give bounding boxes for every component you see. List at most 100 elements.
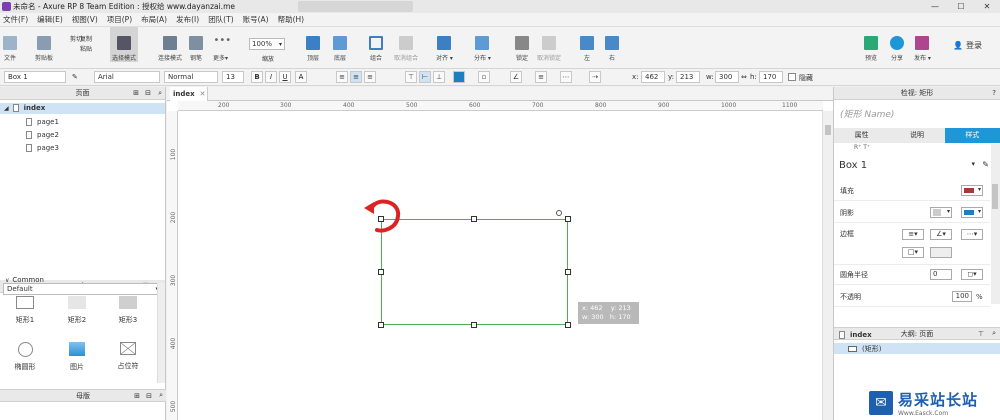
- add-page-icon[interactable]: ⊞: [133, 89, 139, 97]
- border-color-select[interactable]: ∠▾: [930, 229, 952, 240]
- align-left-button[interactable]: ≡: [336, 71, 348, 83]
- tab-properties[interactable]: 属性: [834, 128, 889, 143]
- bring-to-front-button[interactable]: 顶层: [306, 27, 320, 62]
- shadow-button[interactable]: ▫: [478, 71, 490, 83]
- page-item-page3[interactable]: page3: [26, 144, 59, 152]
- border-width-select[interactable]: ≡▾: [902, 229, 924, 240]
- line-color-button[interactable]: ∠: [510, 71, 522, 83]
- right-button[interactable]: 右: [605, 27, 619, 62]
- y-input[interactable]: 213: [676, 71, 700, 83]
- corner-select[interactable]: ◻▾: [961, 269, 983, 280]
- font-family-select[interactable]: Arial: [94, 71, 160, 83]
- copy-button[interactable]: 复制: [80, 34, 92, 43]
- library-select[interactable]: Default▾: [3, 283, 163, 295]
- help-icon[interactable]: ?: [992, 89, 996, 97]
- w-input[interactable]: 300: [715, 71, 739, 83]
- opacity-input[interactable]: 100: [952, 291, 972, 302]
- line-width-button[interactable]: ≡: [535, 71, 547, 83]
- paste-small-button[interactable]: 粘贴: [80, 44, 92, 53]
- unlock-button[interactable]: 取消锁定: [537, 27, 561, 62]
- x-input[interactable]: 462: [641, 71, 665, 83]
- library-group-common[interactable]: ∨ Common: [5, 276, 44, 284]
- scroll-thumb[interactable]: [825, 125, 831, 135]
- hidden-checkbox[interactable]: [788, 73, 796, 81]
- search-masters-icon[interactable]: ⌕: [159, 391, 163, 400]
- filter-icon[interactable]: ⊤: [978, 330, 984, 338]
- menu-file[interactable]: 文件(F): [3, 14, 28, 25]
- library-item-rect1[interactable]: 矩形1: [5, 296, 45, 325]
- pen-button[interactable]: 钢笔: [189, 27, 203, 62]
- share-button[interactable]: 分享: [890, 27, 904, 62]
- group-button[interactable]: 组合: [369, 27, 383, 62]
- left-button[interactable]: 左: [580, 27, 594, 62]
- align-center-button[interactable]: ≡: [350, 71, 362, 83]
- font-size-select[interactable]: 13: [222, 71, 244, 83]
- add-master-folder-icon[interactable]: ⊟: [146, 392, 152, 400]
- search-pages-icon[interactable]: ⌕: [158, 89, 162, 98]
- resize-handle[interactable]: [565, 269, 571, 275]
- valign-middle-button[interactable]: ⊢: [419, 71, 431, 83]
- add-master-icon[interactable]: ⊞: [134, 392, 140, 400]
- rotate-handle[interactable]: [556, 210, 562, 216]
- tab-notes[interactable]: 说明: [889, 128, 944, 143]
- menu-team[interactable]: 团队(T): [208, 14, 233, 25]
- tab-style[interactable]: 样式: [944, 128, 1000, 143]
- widget-style-select[interactable]: Box 1: [4, 71, 66, 83]
- resize-handle[interactable]: [565, 322, 571, 328]
- arrow-style-button[interactable]: ⇢: [589, 71, 601, 83]
- valign-bottom-button[interactable]: ⊥: [433, 71, 445, 83]
- inspector-scrollbar[interactable]: [991, 144, 1000, 304]
- login-button[interactable]: 👤 登录: [953, 40, 982, 51]
- library-item-rect3[interactable]: 矩形3: [108, 296, 148, 325]
- tab-index[interactable]: index ✕: [170, 87, 208, 101]
- style-select[interactable]: Box 1 ▾ ✎: [839, 160, 989, 171]
- line-style-button[interactable]: ⋯: [560, 71, 572, 83]
- close-tab-icon[interactable]: ✕: [200, 90, 206, 98]
- outline-item-index[interactable]: index: [839, 331, 872, 339]
- file-button[interactable]: 文件: [3, 27, 17, 62]
- ungroup-button[interactable]: 取消组合: [394, 27, 418, 62]
- distribute-button[interactable]: 分布 ▾: [474, 27, 491, 62]
- menu-arrange[interactable]: 布局(A): [141, 14, 167, 25]
- library-item-image[interactable]: 图片: [57, 342, 97, 372]
- paste-button[interactable]: 剪贴板: [35, 27, 53, 62]
- expand-triangle-icon[interactable]: ◢: [4, 105, 9, 112]
- border-sides-select[interactable]: □▾: [902, 247, 924, 258]
- h-input[interactable]: 170: [759, 71, 783, 83]
- menu-help[interactable]: 帮助(H): [278, 14, 305, 25]
- align-right-button[interactable]: ≡: [364, 71, 376, 83]
- library-scrollbar[interactable]: [157, 283, 165, 383]
- more-button[interactable]: ••• 更多▾: [213, 27, 231, 63]
- italic-button[interactable]: I: [265, 71, 277, 83]
- resize-handle[interactable]: [471, 322, 477, 328]
- select-mode-button[interactable]: 选择模式: [110, 27, 139, 62]
- menu-account[interactable]: 账号(A): [243, 14, 269, 25]
- menu-edit[interactable]: 编辑(E): [37, 14, 63, 25]
- preview-button[interactable]: 预览: [864, 27, 878, 62]
- library-item-ellipse[interactable]: 椭圆形: [5, 342, 45, 372]
- lock-button[interactable]: 锁定: [515, 27, 529, 62]
- page-item-index[interactable]: ◢ index: [4, 104, 45, 112]
- close-icon[interactable]: ✕: [974, 0, 1000, 12]
- style-manager-icon[interactable]: ✎: [72, 73, 78, 81]
- minimize-icon[interactable]: —: [922, 0, 948, 12]
- bold-button[interactable]: B: [251, 71, 263, 83]
- radius-input[interactable]: 0: [930, 269, 952, 280]
- connect-mode-button[interactable]: 连接模式: [158, 27, 182, 62]
- shadow-style-select[interactable]: ▾: [930, 207, 952, 218]
- search-outline-icon[interactable]: ⌕: [992, 329, 996, 338]
- underline-button[interactable]: U: [279, 71, 291, 83]
- add-folder-icon[interactable]: ⊟: [145, 89, 151, 97]
- outline-item-rectangle[interactable]: (矩形): [848, 344, 881, 354]
- zoom-select[interactable]: 100% ▾: [249, 38, 285, 50]
- menu-project[interactable]: 项目(P): [107, 14, 132, 25]
- font-color-button[interactable]: A: [295, 71, 307, 83]
- send-to-back-button[interactable]: 底层: [333, 27, 347, 62]
- menu-publish[interactable]: 发布(I): [176, 14, 199, 25]
- maximize-icon[interactable]: ☐: [948, 0, 974, 12]
- shadow-color-swatch[interactable]: ▾: [961, 207, 983, 218]
- page-item-page2[interactable]: page2: [26, 131, 59, 139]
- library-item-rect2[interactable]: 矩形2: [57, 296, 97, 325]
- fill-color-button[interactable]: [453, 71, 465, 83]
- font-style-select[interactable]: Normal: [164, 71, 218, 83]
